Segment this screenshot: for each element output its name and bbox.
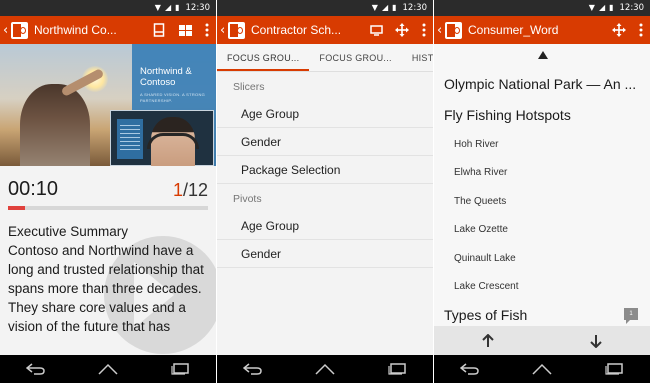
slide-counter: 1/12 <box>173 180 208 201</box>
slide-view-icon[interactable] <box>146 16 172 44</box>
system-nav-bar <box>0 355 216 383</box>
back-nav-icon[interactable] <box>243 363 263 375</box>
battery-icon: ▮ <box>609 3 614 12</box>
home-nav-icon[interactable] <box>532 363 552 375</box>
more-options-icon[interactable] <box>415 16 433 44</box>
sheet-tabs: FOCUS GROU... FOCUS GROU... HISTOR <box>217 44 433 72</box>
home-nav-icon[interactable] <box>315 363 335 375</box>
previous-heading-arrow-icon[interactable] <box>468 326 508 355</box>
tab-history[interactable]: HISTOR <box>402 44 433 71</box>
collapse-up-icon[interactable] <box>538 51 548 59</box>
system-nav-bar <box>217 355 433 383</box>
present-screen-icon[interactable] <box>363 16 389 44</box>
presentation-progress-bar <box>8 206 208 210</box>
document-title: Consumer_Word <box>468 23 559 37</box>
wifi-icon: ◢ <box>164 3 172 12</box>
slide-subtitle: A SHARED VISION. A STRONG PARTNERSHIP. <box>140 92 206 103</box>
person-silhouette <box>20 84 90 166</box>
powerpoint-logo-icon[interactable] <box>11 21 28 39</box>
status-bar: ▼ ◢ ▮ 12:30 <box>217 0 433 16</box>
nav-item-elwha-river[interactable]: Elwha River <box>454 167 507 178</box>
presentation-timer: 00:10 <box>8 178 59 200</box>
recents-nav-icon[interactable] <box>170 363 190 375</box>
pivot-item-gender[interactable]: Gender <box>217 240 433 268</box>
nav-item-the-queets[interactable]: The Queets <box>454 196 506 207</box>
more-options-icon[interactable] <box>632 16 650 44</box>
grid-view-icon[interactable] <box>172 16 198 44</box>
document-title: Northwind Co... <box>34 23 117 37</box>
tab-focus-group-1[interactable]: FOCUS GROU... <box>217 44 310 71</box>
total-slides: /12 <box>182 180 208 200</box>
excel-screen: ▼ ◢ ▮ 12:30 ‹ Contractor Sch... FOCUS GR… <box>217 0 433 383</box>
signal-icon: ▼ <box>371 3 378 12</box>
powerpoint-screen: ▼ ◢ ▮ 12:30 ‹ Northwind Co... Northwind … <box>0 0 216 383</box>
slicer-item-gender[interactable]: Gender <box>217 128 433 156</box>
tab-focus-group-2[interactable]: FOCUS GROU... <box>309 44 401 71</box>
heading-fly-fishing[interactable]: Fly Fishing Hotspots <box>444 107 571 123</box>
progress-fill <box>8 206 25 210</box>
office-logo-icon[interactable] <box>445 21 462 39</box>
battery-icon: ▮ <box>392 3 397 12</box>
speaker-notes: Executive Summary Contoso and Northwind … <box>8 222 213 336</box>
current-slide-number: 1 <box>172 180 183 200</box>
back-icon[interactable]: ‹ <box>0 23 10 38</box>
signal-icon: ▼ <box>154 3 161 12</box>
app-bar: ‹ Northwind Co... <box>0 16 216 44</box>
notes-line: They share core values and a vision of t… <box>8 300 186 334</box>
slide-thumbnail[interactable]: Northwind & Contoso A SHARED VISION. A S… <box>0 44 216 166</box>
nav-item-lake-ozette[interactable]: Lake Ozette <box>454 224 508 235</box>
wifi-icon: ◢ <box>381 3 389 12</box>
wifi-icon: ◢ <box>598 3 606 12</box>
slide-title: Northwind & Contoso <box>140 66 192 88</box>
status-bar: ▼ ◢ ▮ 12:30 <box>0 0 216 16</box>
office-logo-icon[interactable] <box>228 21 245 39</box>
navigation-doc-title[interactable]: Olympic National Park — An ... <box>444 76 644 92</box>
recents-nav-icon[interactable] <box>387 363 407 375</box>
heading-types-of-fish[interactable]: Types of Fish <box>444 307 527 323</box>
slicer-item-package-selection[interactable]: Package Selection <box>217 156 433 184</box>
heading-navigation-strip <box>434 326 650 355</box>
word-screen: ▼ ◢ ▮ 12:30 ‹ Consumer_Word Olympic Nati… <box>434 0 650 383</box>
move-icon[interactable] <box>389 16 415 44</box>
system-nav-bar <box>434 355 650 383</box>
clock: 12:30 <box>619 3 645 13</box>
back-nav-icon[interactable] <box>460 363 480 375</box>
move-icon[interactable] <box>606 16 632 44</box>
document-title: Contractor Sch... <box>251 23 342 37</box>
back-icon[interactable]: ‹ <box>217 23 227 38</box>
back-icon[interactable]: ‹ <box>434 23 444 38</box>
nav-item-lake-crescent[interactable]: Lake Crescent <box>454 281 518 292</box>
app-bar: ‹ Consumer_Word <box>434 16 650 44</box>
signal-icon: ▼ <box>588 3 595 12</box>
clock: 12:30 <box>185 3 211 13</box>
app-bar: ‹ Contractor Sch... <box>217 16 433 44</box>
back-nav-icon[interactable] <box>26 363 46 375</box>
pivot-item-age-group[interactable]: Age Group <box>217 212 433 240</box>
status-bar: ▼ ◢ ▮ 12:30 <box>434 0 650 16</box>
slicer-item-age-group[interactable]: Age Group <box>217 100 433 128</box>
comment-badge[interactable]: 1 <box>624 308 638 324</box>
nav-item-quinault-lake[interactable]: Quinault Lake <box>454 253 516 264</box>
slicers-header: Slicers <box>233 81 265 93</box>
clock: 12:30 <box>402 3 428 13</box>
notes-line: Contoso and Northwind have a long and tr… <box>8 243 204 296</box>
battery-icon: ▮ <box>175 3 180 12</box>
pivots-header: Pivots <box>233 193 262 205</box>
slide-inset-photo <box>110 110 214 166</box>
home-nav-icon[interactable] <box>98 363 118 375</box>
next-heading-arrow-icon[interactable] <box>576 326 616 355</box>
nav-item-hoh-river[interactable]: Hoh River <box>454 139 498 150</box>
more-options-icon[interactable] <box>198 16 216 44</box>
notes-line: Executive Summary <box>8 224 129 239</box>
recents-nav-icon[interactable] <box>604 363 624 375</box>
